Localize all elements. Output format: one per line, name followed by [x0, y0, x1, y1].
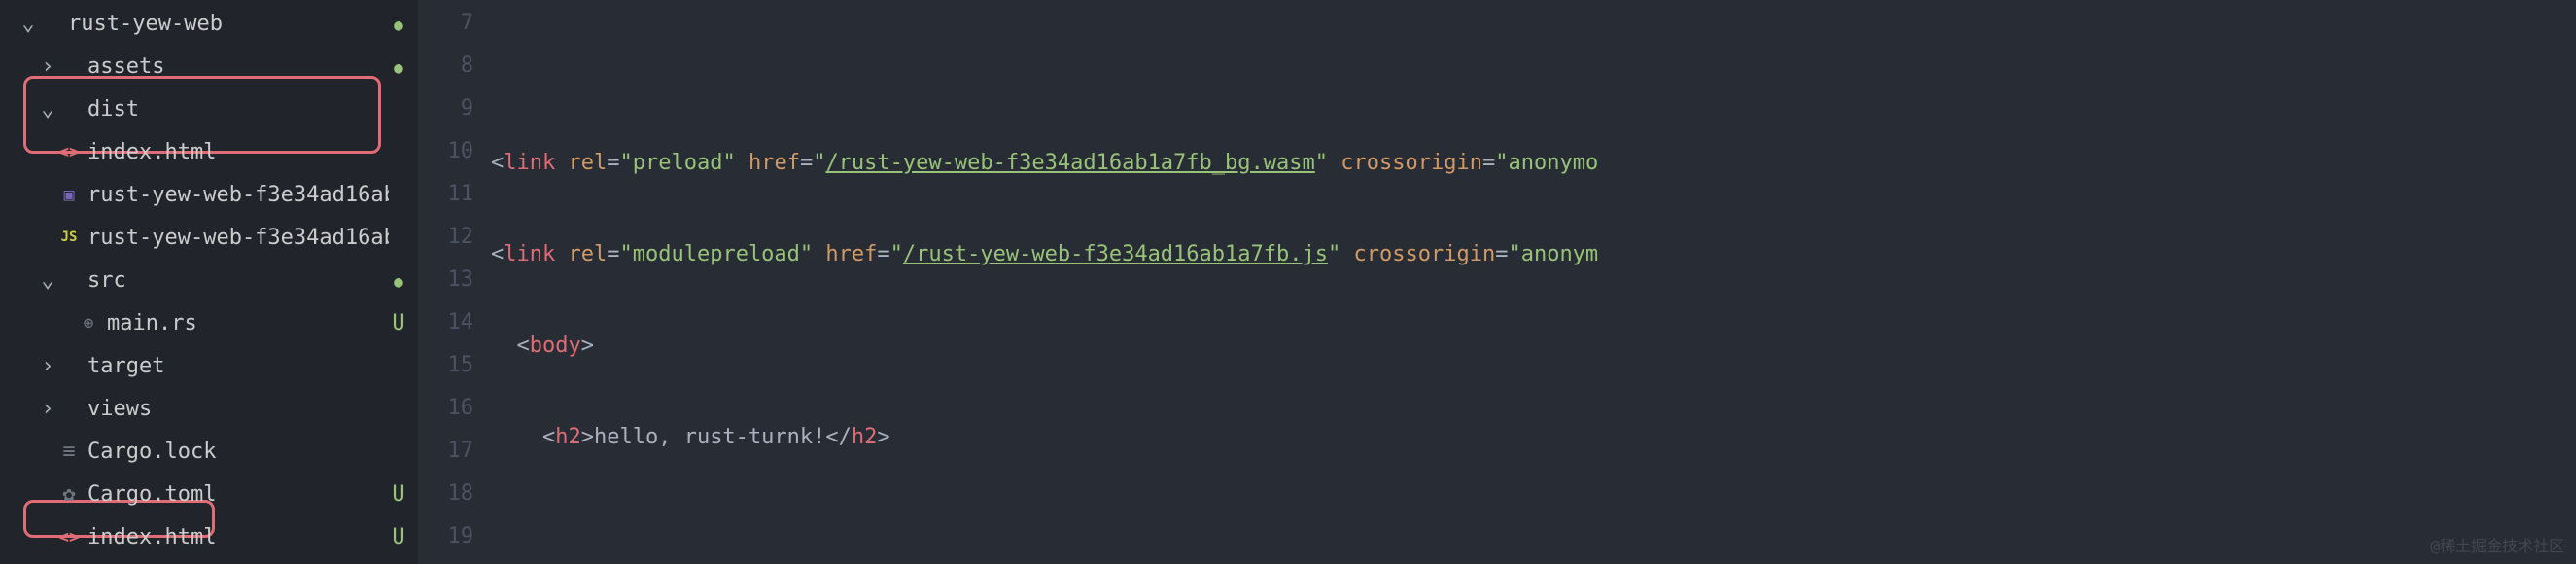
tree-label: dist — [87, 97, 389, 122]
chevron-icon: ⌄ — [39, 268, 56, 293]
wasm-icon: ▣ — [56, 185, 82, 205]
tree-label: rust-yew-web-f3e34ad16ab1a7fb.js — [87, 226, 389, 250]
line-number: 11 — [418, 173, 473, 216]
code-line-10: <body> — [491, 325, 2576, 368]
gear-icon: ✿ — [56, 482, 82, 507]
html-icon: <> — [56, 142, 82, 162]
tree-item-cargo-lock[interactable]: ≡Cargo.lock — [0, 430, 418, 473]
line-number: 10 — [418, 130, 473, 173]
tree-label: index.html — [87, 525, 389, 549]
code-editor[interactable]: 78910111213141516171819 <link rel="prelo… — [418, 0, 2576, 564]
tree-label: assets — [87, 54, 389, 79]
line-number: 12 — [418, 216, 473, 259]
code-line-8: <link rel="preload" href="/rust-yew-web-… — [491, 142, 2576, 185]
code-line-12 — [491, 508, 2576, 550]
js-icon: JS — [56, 229, 82, 245]
tree-item-rust-yew-web-f3e34ad16ab1a7fb-bg-wasm[interactable]: ▣rust-yew-web-f3e34ad16ab1a7fb_bg.wasm — [0, 173, 418, 216]
line-number: 7 — [418, 2, 473, 45]
line-number: 8 — [418, 45, 473, 88]
tree-item-index-html[interactable]: <>index.html — [0, 130, 418, 173]
tree-label: Cargo.lock — [87, 440, 389, 464]
line-number: 19 — [418, 515, 473, 558]
line-number: 18 — [418, 473, 473, 515]
line-number: 13 — [418, 259, 473, 301]
line-number: 17 — [418, 430, 473, 473]
tree-label: rust-yew-web-f3e34ad16ab1a7fb_bg.wasm — [87, 183, 389, 207]
html-icon: <> — [56, 527, 82, 547]
chevron-icon: ⌄ — [39, 97, 56, 122]
tree-item-dist[interactable]: ⌄ dist — [0, 88, 418, 130]
code-line-11: <h2>hello, rust-turnk!</h2> — [491, 416, 2576, 459]
line-number: 9 — [418, 88, 473, 130]
tree-item-target[interactable]: › target — [0, 344, 418, 387]
file-explorer: ⌄rust-yew-web●›assets●⌄dist<>index.html▣… — [0, 0, 418, 564]
chevron-icon: › — [39, 397, 56, 421]
rs-icon: ⊕ — [76, 313, 101, 334]
tree-item-src[interactable]: ⌄ src● — [0, 259, 418, 301]
chevron-icon: ⌄ — [19, 12, 37, 36]
code-line-9: <link rel="modulepreload" href="/rust-ye… — [491, 233, 2576, 276]
git-status: U — [389, 525, 408, 549]
git-status: U — [389, 482, 408, 507]
tree-item-index-html[interactable]: <>index.htmlU — [0, 515, 418, 558]
git-status: U — [389, 311, 408, 335]
tree-label: main.rs — [107, 311, 389, 335]
tree-label: src — [87, 268, 389, 293]
line-number: 15 — [418, 344, 473, 387]
tree-label: Cargo.toml — [87, 482, 389, 507]
tree-item-main-rs[interactable]: ⊕ main.rsU — [0, 301, 418, 344]
tree-label: views — [87, 397, 389, 421]
tree-label: rust-yew-web — [68, 12, 389, 36]
lines-icon: ≡ — [56, 440, 82, 464]
line-number: 16 — [418, 387, 473, 430]
line-number: 14 — [418, 301, 473, 344]
tree-item-assets[interactable]: › assets● — [0, 45, 418, 88]
git-status: ● — [389, 54, 408, 79]
git-status: ● — [389, 268, 408, 293]
line-gutter: 78910111213141516171819 — [418, 0, 491, 564]
watermark: @稀土掘金技术社区 — [2430, 533, 2564, 556]
tree-item-cargo-toml[interactable]: ✿Cargo.tomlU — [0, 473, 418, 515]
tree-item-rust-yew-web[interactable]: ⌄ rust-yew-web● — [0, 2, 418, 45]
git-status: ● — [389, 12, 408, 36]
chevron-icon: › — [39, 354, 56, 378]
chevron-icon: › — [39, 54, 56, 79]
tree-label: index.html — [87, 140, 389, 164]
code-content[interactable]: <link rel="preload" href="/rust-yew-web-… — [491, 0, 2576, 564]
tree-label: target — [87, 354, 389, 378]
code-line-7 — [491, 51, 2576, 93]
tree-item-rust-yew-web-f3e34ad16ab1a7fb-js[interactable]: JS rust-yew-web-f3e34ad16ab1a7fb.js — [0, 216, 418, 259]
tree-item-views[interactable]: › views — [0, 387, 418, 430]
